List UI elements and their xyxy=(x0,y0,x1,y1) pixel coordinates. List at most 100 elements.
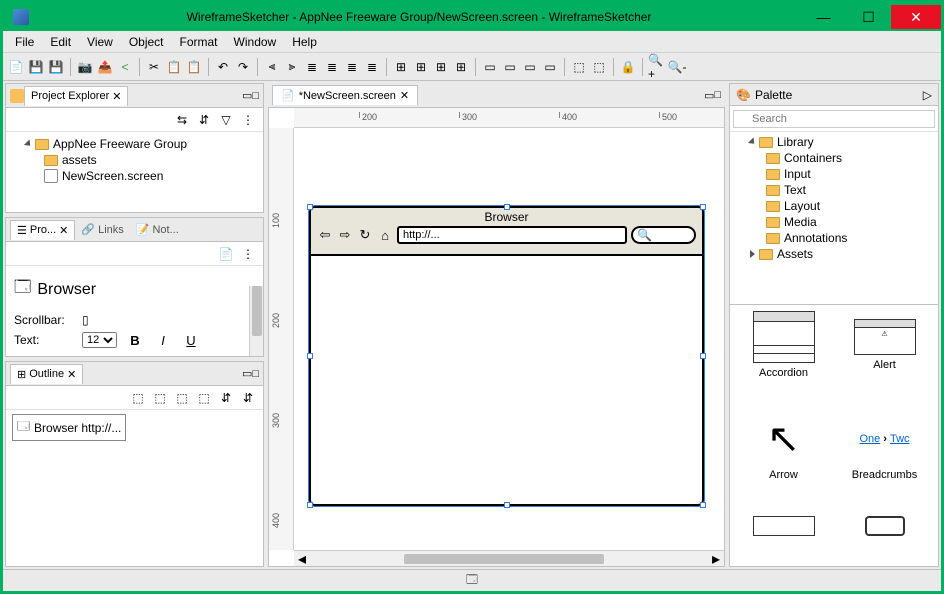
palette-collapse-icon[interactable]: ▷ xyxy=(923,88,932,102)
camera-icon[interactable]: 📷 xyxy=(76,58,94,76)
horizontal-scrollbar[interactable]: ◂ ▸ xyxy=(294,550,724,566)
forward-icon: ⇨ xyxy=(337,227,353,243)
palette-item-more1[interactable] xyxy=(736,516,831,560)
order-2-icon[interactable]: ▭ xyxy=(501,58,519,76)
menu-object[interactable]: Object xyxy=(121,32,172,52)
zoom-out-icon[interactable]: 🔍- xyxy=(668,58,686,76)
close-button[interactable]: ✕ xyxy=(891,5,941,29)
align-2-icon[interactable]: ⫸ xyxy=(283,58,301,76)
tab-outline[interactable]: ⊞ Outline ✕ xyxy=(10,364,83,384)
outline-t1-icon[interactable]: ⬚ xyxy=(129,389,147,407)
canvas-editor[interactable]: 200 300 400 500 100 200 300 400 Browser xyxy=(268,107,725,567)
collapse-all-icon[interactable]: ⇆ xyxy=(173,111,191,129)
menu-help[interactable]: Help xyxy=(284,32,325,52)
font-size-select[interactable]: 12 xyxy=(82,332,117,348)
outline-t2-icon[interactable]: ⬚ xyxy=(151,389,169,407)
filter-icon[interactable]: ▽ xyxy=(217,111,235,129)
align-6-icon[interactable]: ≣ xyxy=(363,58,381,76)
editor-tab[interactable]: 📄 *NewScreen.screen ✕ xyxy=(272,85,418,105)
copy-icon[interactable]: 📋 xyxy=(165,58,183,76)
cut-icon[interactable]: ✂ xyxy=(145,58,163,76)
outline-t4-icon[interactable]: ⬚ xyxy=(195,389,213,407)
align-1-icon[interactable]: ⫷ xyxy=(263,58,281,76)
order-4-icon[interactable]: ▭ xyxy=(541,58,559,76)
dist-2-icon[interactable]: ⊞ xyxy=(412,58,430,76)
outline-min-icon[interactable]: ▭ xyxy=(242,367,252,380)
outline-t6-icon[interactable]: ⇵ xyxy=(239,389,257,407)
library-node[interactable]: Library xyxy=(777,135,814,149)
menu-edit[interactable]: Edit xyxy=(42,32,79,52)
palette-item-breadcrumbs[interactable]: One › Twc Breadcrumbs xyxy=(837,413,932,505)
minimize-button[interactable]: — xyxy=(801,5,846,29)
redo-icon[interactable]: ↷ xyxy=(234,58,252,76)
order-1-icon[interactable]: ▭ xyxy=(481,58,499,76)
align-3-icon[interactable]: ≣ xyxy=(303,58,321,76)
save-all-icon[interactable]: 💾 xyxy=(47,58,65,76)
editor-max-icon[interactable]: □ xyxy=(714,89,721,101)
tab-notes[interactable]: 📝 Not... xyxy=(130,220,185,239)
undo-icon[interactable]: ↶ xyxy=(214,58,232,76)
outline-t5-icon[interactable]: ⇵ xyxy=(217,389,235,407)
menu-view[interactable]: View xyxy=(79,32,121,52)
underline-button[interactable]: U xyxy=(181,331,201,349)
tree-root[interactable]: AppNee Freeware Group xyxy=(12,136,257,152)
editor-min-icon[interactable]: ▭ xyxy=(704,89,714,102)
dist-1-icon[interactable]: ⊞ xyxy=(392,58,410,76)
cat-text[interactable]: Text xyxy=(734,182,934,198)
palette-item-more2[interactable] xyxy=(837,516,932,560)
new-prop-icon[interactable]: 📄 xyxy=(217,245,235,263)
save-icon[interactable]: 💾 xyxy=(27,58,45,76)
tree-item-assets[interactable]: assets xyxy=(12,152,257,168)
palette-item-alert[interactable]: ⚠ Alert xyxy=(837,311,932,403)
browser-widget[interactable]: Browser ⇦ ⇨ ↻ ⌂ http://... 🔍 xyxy=(309,206,704,506)
cat-input[interactable]: Input xyxy=(734,166,934,182)
menu-file[interactable]: File xyxy=(7,32,42,52)
outline-item[interactable]: 🗔 Browser http://... xyxy=(12,414,126,441)
dist-4-icon[interactable]: ⊞ xyxy=(452,58,470,76)
group-icon[interactable]: ⬚ xyxy=(570,58,588,76)
dist-3-icon[interactable]: ⊞ xyxy=(432,58,450,76)
cat-containers[interactable]: Containers xyxy=(734,150,934,166)
maximize-button[interactable]: ☐ xyxy=(846,5,891,29)
window-title: WireframeSketcher - AppNee Freeware Grou… xyxy=(37,10,801,24)
close-tab-icon[interactable]: ✕ xyxy=(112,90,121,103)
ungroup-icon[interactable]: ⬚ xyxy=(590,58,608,76)
zoom-in-icon[interactable]: 🔍+ xyxy=(648,58,666,76)
assets-node[interactable]: Assets xyxy=(734,246,934,262)
menu-window[interactable]: Window xyxy=(226,32,285,52)
menu-format[interactable]: Format xyxy=(172,32,226,52)
italic-button[interactable]: I xyxy=(153,331,173,349)
props-scrollbar[interactable] xyxy=(249,286,263,356)
view-menu-icon[interactable]: ⋮ xyxy=(239,111,257,129)
tab-project-explorer[interactable]: Project Explorer ✕ xyxy=(24,86,128,106)
bold-button[interactable]: B xyxy=(125,331,145,349)
export-icon[interactable]: 📤 xyxy=(96,58,114,76)
titlebar: WireframeSketcher - AppNee Freeware Grou… xyxy=(3,3,941,31)
minimize-panel-icon[interactable]: ▭ xyxy=(242,89,252,102)
maximize-panel-icon[interactable]: □ xyxy=(252,90,259,102)
project-tree[interactable]: AppNee Freeware Group assets NewScreen.s… xyxy=(6,132,263,212)
library-tree[interactable]: Library Containers Input Text Layout Med… xyxy=(730,132,938,264)
share-icon[interactable]: < xyxy=(116,58,134,76)
outline-max-icon[interactable]: □ xyxy=(252,368,259,380)
palette-item-accordion[interactable]: Accordion xyxy=(736,311,831,403)
link-editor-icon[interactable]: ⇵ xyxy=(195,111,213,129)
cat-media[interactable]: Media xyxy=(734,214,934,230)
palette-item-arrow[interactable]: ↖ Arrow xyxy=(736,413,831,505)
tree-item-screen[interactable]: NewScreen.screen xyxy=(12,168,257,184)
outline-t3-icon[interactable]: ⬚ xyxy=(173,389,191,407)
align-4-icon[interactable]: ≣ xyxy=(323,58,341,76)
lock-icon[interactable]: 🔒 xyxy=(619,58,637,76)
prop-menu-icon[interactable]: ⋮ xyxy=(239,245,257,263)
palette-search-input[interactable] xyxy=(733,110,935,128)
order-3-icon[interactable]: ▭ xyxy=(521,58,539,76)
cat-annotations[interactable]: Annotations xyxy=(734,230,934,246)
app-icon xyxy=(13,9,29,25)
align-5-icon[interactable]: ≣ xyxy=(343,58,361,76)
tab-links[interactable]: 🔗 Links xyxy=(75,220,129,239)
new-icon[interactable]: 📄 xyxy=(7,58,25,76)
cat-layout[interactable]: Layout xyxy=(734,198,934,214)
paste-icon[interactable]: 📋 xyxy=(185,58,203,76)
tab-properties[interactable]: ☰ Pro... ✕ xyxy=(10,220,75,240)
scrollbar-toggle[interactable]: ▯ xyxy=(82,313,89,327)
